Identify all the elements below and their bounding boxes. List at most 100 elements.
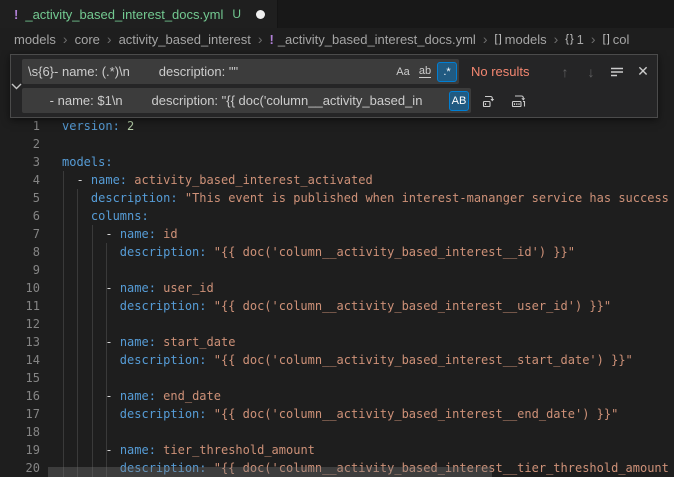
code-line[interactable]: 8 description: "{{ doc('column__activity…	[0, 243, 674, 261]
find-in-selection-button[interactable]	[605, 61, 629, 83]
replace-button[interactable]	[477, 90, 501, 112]
breadcrumb-label: col	[613, 32, 630, 47]
previous-match-button[interactable]: ↑	[553, 61, 577, 83]
line-number: 10	[0, 279, 40, 297]
breadcrumb-item[interactable]: [ ] col	[603, 32, 630, 47]
regex-button[interactable]: .*	[437, 62, 457, 82]
line-content: description: "{{ doc('column__activity_b…	[40, 243, 575, 261]
breadcrumb-item[interactable]: core	[75, 32, 100, 47]
code-line[interactable]: 14 description: "{{ doc('column__activit…	[0, 351, 674, 369]
breadcrumb-label: models	[14, 32, 56, 47]
replace-input[interactable]: - name: $1\n description: "{{ doc('colum…	[22, 88, 471, 113]
code-line[interactable]: 18	[0, 423, 674, 441]
line-number: 11	[0, 297, 40, 315]
find-results-status: No results	[471, 64, 551, 79]
line-content: description: "{{ doc('column__activity_b…	[40, 351, 633, 369]
breadcrumb-separator-icon: ›	[63, 32, 68, 46]
code-line[interactable]: 6 columns:	[0, 207, 674, 225]
close-find-button[interactable]: ✕	[631, 61, 655, 83]
line-content: description: "{{ doc('column__activity_b…	[40, 405, 618, 423]
line-number: 6	[0, 207, 40, 225]
breadcrumb-label: activity_based_interest	[119, 32, 251, 47]
match-case-button[interactable]: Aa	[393, 62, 413, 82]
line-content: - name: id	[40, 225, 178, 243]
code-line[interactable]: 2	[0, 135, 674, 153]
code-line[interactable]: 12	[0, 315, 674, 333]
line-number: 18	[0, 423, 40, 441]
line-number: 16	[0, 387, 40, 405]
line-number: 12	[0, 315, 40, 333]
indent-guide	[106, 243, 107, 477]
tab-bar: ! _activity_based_interest_docs.yml U	[0, 0, 674, 28]
line-number: 15	[0, 369, 40, 387]
toggle-replace-button[interactable]	[11, 55, 22, 117]
line-content: description: "This event is published wh…	[40, 189, 669, 207]
code-line[interactable]: 1version: 2	[0, 117, 674, 135]
line-content	[40, 315, 62, 333]
find-input[interactable]: \s{6}- name: (.*)\n description: "" Aa a…	[22, 59, 459, 84]
code-line[interactable]: 4 - name: activity_based_interest_activa…	[0, 171, 674, 189]
code-line[interactable]: 19 - name: tier_threshold_amount	[0, 441, 674, 459]
line-content: version: 2	[40, 117, 134, 135]
indent-guide	[92, 225, 93, 477]
object-symbol-icon: { }	[565, 33, 572, 45]
horizontal-scrollbar[interactable]	[48, 467, 492, 477]
code-line[interactable]: 11 description: "{{ doc('column__activit…	[0, 297, 674, 315]
line-content: models:	[40, 153, 113, 171]
whole-word-button[interactable]: ab	[415, 62, 435, 82]
replace-input-value: - name: $1\n description: "{{ doc('colum…	[28, 93, 447, 108]
code-line[interactable]: 17 description: "{{ doc('column__activit…	[0, 405, 674, 423]
replace-all-button[interactable]	[507, 90, 531, 112]
next-match-button[interactable]: ↓	[579, 61, 603, 83]
breadcrumb-item[interactable]: !_activity_based_interest_docs.yml	[269, 32, 475, 47]
line-number: 17	[0, 405, 40, 423]
breadcrumb-label: models	[505, 32, 547, 47]
indent-guide	[63, 171, 64, 477]
line-number: 2	[0, 135, 40, 153]
code-line[interactable]: 10 - name: user_id	[0, 279, 674, 297]
tab-activity-based-interest-docs[interactable]: ! _activity_based_interest_docs.yml U	[0, 0, 278, 28]
tab-title: _activity_based_interest_docs.yml	[25, 7, 223, 22]
line-number: 4	[0, 171, 40, 189]
code-line[interactable]: 5 description: "This event is published …	[0, 189, 674, 207]
code-line[interactable]: 13 - name: start_date	[0, 333, 674, 351]
replace-row: - name: $1\n description: "{{ doc('colum…	[22, 88, 655, 113]
indent-guide	[77, 189, 78, 477]
line-content	[40, 369, 62, 387]
line-content: - name: start_date	[40, 333, 235, 351]
breadcrumb-label: 1	[577, 32, 584, 47]
line-number: 5	[0, 189, 40, 207]
breadcrumb-separator-icon: ›	[554, 32, 559, 46]
preserve-case-button[interactable]: AB	[449, 91, 469, 111]
chevron-down-icon	[11, 83, 22, 90]
breadcrumb-item[interactable]: [ ] models	[495, 32, 547, 47]
git-untracked-badge: U	[232, 7, 241, 21]
line-number: 3	[0, 153, 40, 171]
line-number: 7	[0, 225, 40, 243]
breadcrumb-item[interactable]: { } 1	[565, 32, 584, 47]
editor[interactable]: 1version: 223models:4 - name: activity_b…	[0, 50, 674, 477]
line-content: description: "{{ doc('column__activity_b…	[40, 297, 611, 315]
yaml-file-icon: !	[14, 7, 18, 22]
find-row: \s{6}- name: (.*)\n description: "" Aa a…	[22, 59, 655, 84]
code-line[interactable]: 9	[0, 261, 674, 279]
line-content: - name: user_id	[40, 279, 214, 297]
code-line[interactable]: 15	[0, 369, 674, 387]
line-number: 1	[0, 117, 40, 135]
breadcrumb-label: core	[75, 32, 100, 47]
breadcrumb: models › core › activity_based_interest › !_ac…	[0, 28, 674, 50]
code-line[interactable]: 16 - name: end_date	[0, 387, 674, 405]
breadcrumb-separator-icon: ›	[591, 32, 596, 46]
unsaved-changes-dot-icon[interactable]	[256, 10, 265, 19]
array-symbol-icon: [ ]	[495, 33, 501, 45]
breadcrumb-separator-icon: ›	[483, 32, 488, 46]
breadcrumb-item[interactable]: activity_based_interest	[119, 32, 251, 47]
breadcrumb-item[interactable]: models	[14, 32, 56, 47]
line-number: 9	[0, 261, 40, 279]
code-line[interactable]: 3models:	[0, 153, 674, 171]
code-line[interactable]: 7 - name: id	[0, 225, 674, 243]
array-symbol-icon: [ ]	[603, 33, 609, 45]
line-content: columns:	[40, 207, 149, 225]
yaml-symbol-icon: !	[269, 32, 273, 47]
replace-icon	[481, 93, 497, 109]
